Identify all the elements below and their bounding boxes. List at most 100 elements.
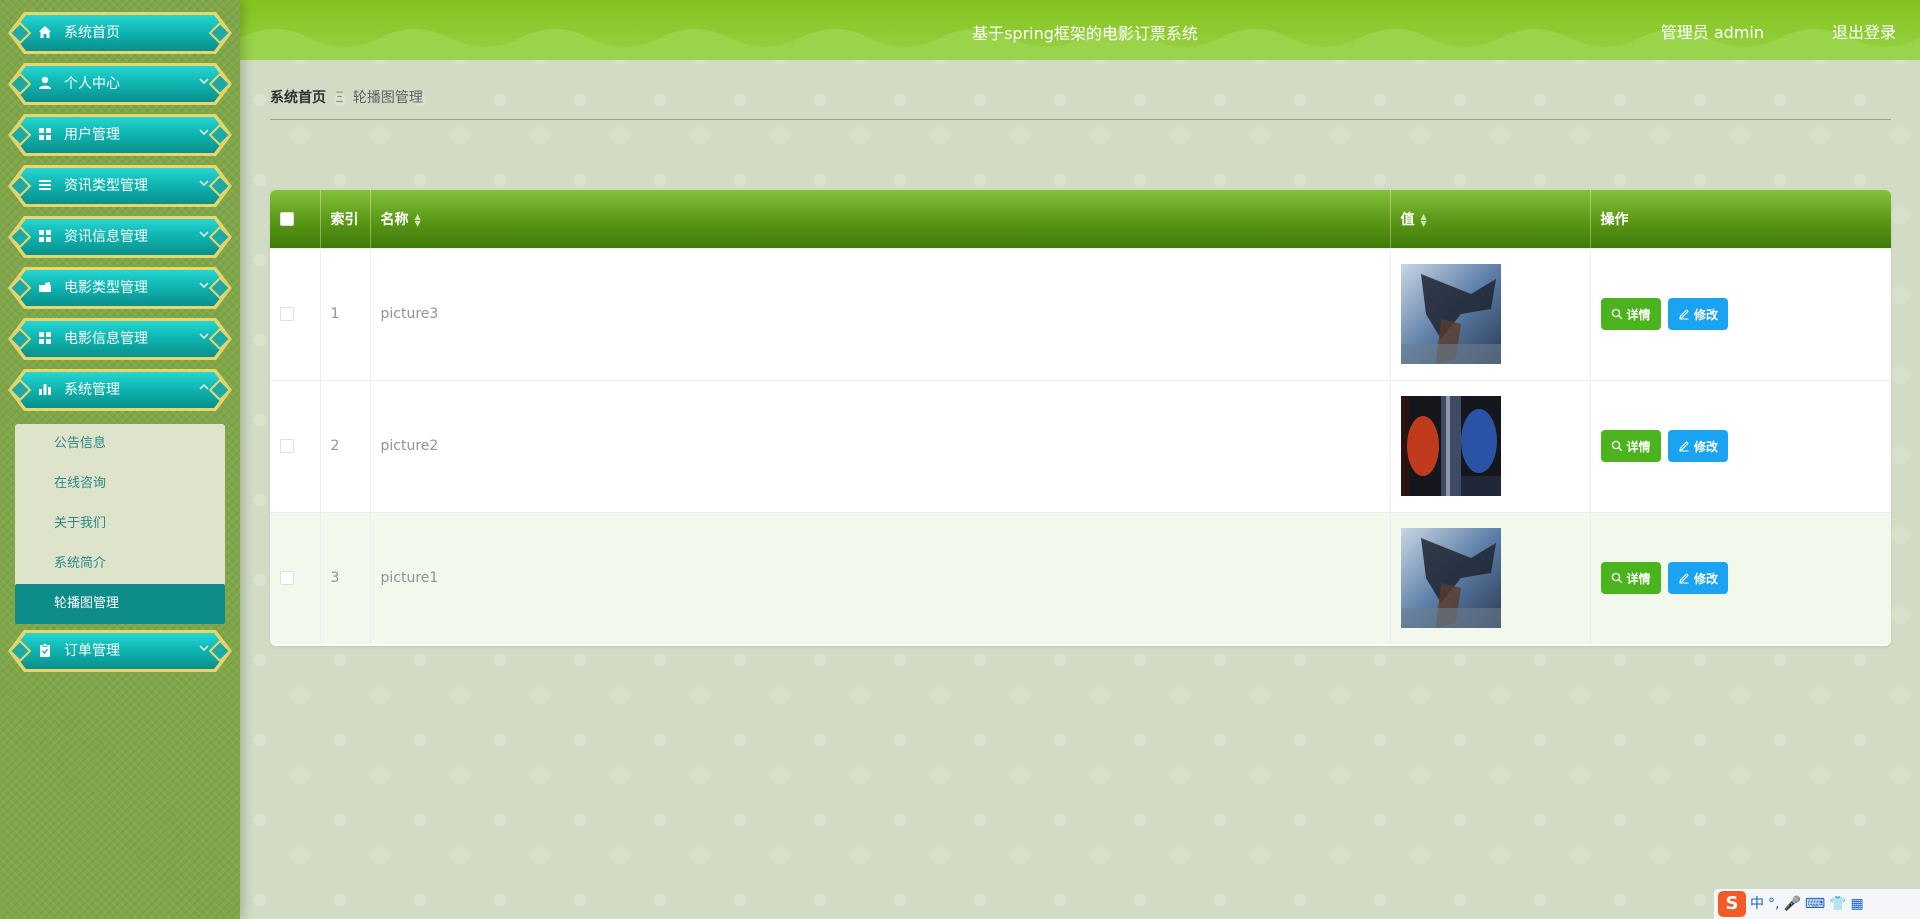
- detail-button-label: 详情: [1626, 439, 1651, 454]
- logout-link[interactable]: 退出登录: [1832, 19, 1896, 43]
- sidebar: 系统首页 个人中心 用户管理 资讯类型管理 资讯信息管理 电影类型管理 电影信息…: [0, 0, 240, 919]
- menu-item-label: 个人中心: [64, 76, 120, 92]
- submenu-item-carousel[interactable]: 轮播图管理: [15, 584, 225, 624]
- ime-skin-icon[interactable]: 👕: [1829, 894, 1846, 914]
- row-name: picture2: [370, 380, 1391, 512]
- menu-item-movie-types[interactable]: 电影类型管理: [8, 267, 232, 309]
- row-select-cell: [270, 512, 321, 644]
- edit-button-label: 修改: [1693, 571, 1718, 586]
- submenu-item-notices[interactable]: 公告信息: [15, 424, 225, 464]
- chevron-down-icon: [198, 175, 210, 195]
- ime-language-toggle[interactable]: 中: [1750, 894, 1764, 914]
- chevron-down-icon: [198, 328, 210, 348]
- column-header-name[interactable]: 名称 ▲ ▼: [370, 190, 1391, 248]
- row-value-cell: [1390, 512, 1591, 644]
- carousel-image-thumbnail[interactable]: [1400, 264, 1501, 364]
- column-header-index: 索引: [320, 190, 371, 248]
- menu-item-label: 订单管理: [64, 643, 120, 659]
- row-checkbox[interactable]: [280, 307, 294, 321]
- detail-button-label: 详情: [1626, 307, 1651, 322]
- menu-item-label: 资讯类型管理: [64, 178, 148, 194]
- home-icon: [36, 24, 54, 42]
- top-header: 基于spring框架的电影订票系统 管理员 admin 退出登录: [240, 0, 1920, 60]
- menu-item-orders[interactable]: 订单管理: [8, 630, 232, 672]
- row-index: 2: [320, 380, 371, 512]
- breadcrumb-separator: Ξ: [335, 90, 344, 106]
- breadcrumb: 系统首页 Ξ 轮播图管理: [270, 87, 1891, 120]
- chevron-up-icon: [198, 379, 210, 399]
- grid-icon: [36, 228, 54, 246]
- sort-icon[interactable]: ▲ ▼: [415, 212, 421, 227]
- edit-button-label: 修改: [1693, 307, 1718, 322]
- bar-chart-icon: [36, 381, 54, 399]
- table-row: 3 picture1 详情 修改: [270, 512, 1891, 644]
- submenu-item-intro[interactable]: 系统简介: [15, 544, 225, 584]
- edit-button-label: 修改: [1693, 439, 1718, 454]
- select-all-cell: [270, 190, 321, 248]
- row-value-cell: [1390, 380, 1591, 512]
- column-header-value-label: 值: [1400, 211, 1415, 228]
- edit-button[interactable]: 修改: [1667, 298, 1728, 330]
- menu-item-label: 电影类型管理: [64, 280, 148, 296]
- menu-item-label: 用户管理: [64, 127, 120, 143]
- menu-item-label: 系统管理: [64, 382, 120, 398]
- ime-toolbox-icon[interactable]: ▦: [1851, 894, 1864, 914]
- folder-icon: [36, 279, 54, 297]
- ime-keyboard-icon[interactable]: ⌨: [1805, 894, 1825, 914]
- column-header-actions: 操作: [1600, 211, 1629, 228]
- row-index: 3: [320, 512, 371, 644]
- menu-item-movie-info[interactable]: 电影信息管理: [8, 318, 232, 360]
- sort-icon[interactable]: ▲ ▼: [1421, 212, 1427, 227]
- menu-item-system[interactable]: 系统管理: [8, 369, 232, 411]
- row-select-cell: [270, 248, 321, 380]
- row-actions-cell: 详情 修改: [1590, 248, 1891, 380]
- ime-microphone-icon[interactable]: 🎤: [1783, 894, 1800, 914]
- menu-item-home[interactable]: 系统首页: [8, 12, 232, 54]
- clipboard-icon: [36, 642, 54, 660]
- table-header-row: 索引 名称 ▲ ▼ 值 ▲ ▼ 操作: [270, 190, 1891, 248]
- ime-toolbar: S 中 °, 🎤 ⌨ 👕 ▦: [1714, 889, 1920, 919]
- table-row: 1 picture3 详情 修改: [270, 248, 1891, 380]
- menu-item-news-info[interactable]: 资讯信息管理: [8, 216, 232, 258]
- detail-button[interactable]: 详情: [1600, 298, 1661, 330]
- row-actions-cell: 详情 修改: [1590, 380, 1891, 512]
- edit-button[interactable]: 修改: [1667, 562, 1728, 595]
- detail-button[interactable]: 详情: [1600, 562, 1661, 595]
- edit-pencil-icon: [1679, 309, 1689, 320]
- user-icon: [36, 75, 54, 93]
- system-submenu: 公告信息 在线咨询 关于我们 系统简介 轮播图管理: [15, 424, 225, 624]
- chevron-down-icon: [198, 226, 210, 246]
- row-name: picture3: [370, 248, 1391, 380]
- row-select-cell: [270, 380, 321, 512]
- row-name: picture1: [370, 512, 1391, 644]
- ime-punctuation-icon[interactable]: °,: [1768, 894, 1779, 914]
- ime-logo[interactable]: S: [1718, 891, 1746, 917]
- select-all-checkbox[interactable]: [280, 211, 294, 226]
- menu-item-profile[interactable]: 个人中心: [8, 63, 232, 105]
- grid-icon: [36, 330, 54, 348]
- list-icon: [36, 177, 54, 195]
- menu-item-users[interactable]: 用户管理: [8, 114, 232, 156]
- carousel-image-thumbnail[interactable]: [1400, 528, 1501, 629]
- search-icon: [1611, 573, 1622, 584]
- breadcrumb-home[interactable]: 系统首页: [270, 90, 326, 106]
- column-header-value[interactable]: 值 ▲ ▼: [1390, 190, 1591, 248]
- table-row: 2 picture2 详情 修改: [270, 380, 1891, 512]
- submenu-item-about[interactable]: 关于我们: [15, 504, 225, 544]
- current-user: 管理员 admin: [1660, 23, 1764, 42]
- submenu-item-consult[interactable]: 在线咨询: [15, 464, 225, 504]
- edit-pencil-icon: [1679, 573, 1689, 584]
- menu-item-label: 资讯信息管理: [64, 229, 148, 245]
- row-checkbox[interactable]: [280, 571, 294, 586]
- detail-button[interactable]: 详情: [1600, 430, 1661, 462]
- chevron-down-icon: [198, 124, 210, 144]
- chevron-down-icon: [198, 277, 210, 297]
- edit-button[interactable]: 修改: [1667, 430, 1728, 462]
- menu-item-news-types[interactable]: 资讯类型管理: [8, 165, 232, 207]
- row-checkbox[interactable]: [280, 439, 294, 453]
- search-icon: [1611, 440, 1622, 452]
- grid-icon: [36, 126, 54, 144]
- row-actions-cell: 详情 修改: [1590, 512, 1891, 644]
- row-value-cell: [1390, 248, 1591, 380]
- carousel-image-thumbnail[interactable]: [1400, 396, 1501, 496]
